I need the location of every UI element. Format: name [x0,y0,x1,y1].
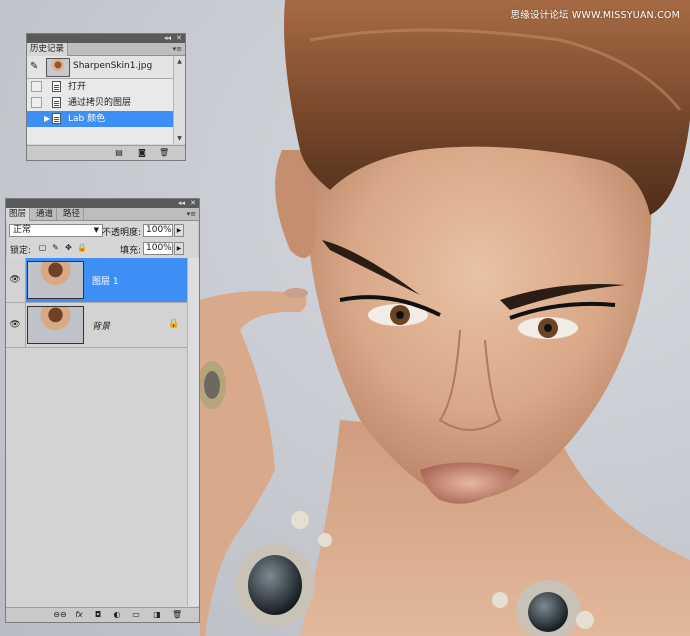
history-current-marker-icon: ▶ [44,114,51,123]
opacity-slider-button[interactable]: ▶ [174,224,184,237]
new-document-from-state-icon[interactable]: ▤ [114,148,124,157]
history-item-label: 打开 [68,82,87,92]
lock-all-icon[interactable]: 🔒 [77,243,87,252]
opacity-input[interactable]: 100% [143,224,173,237]
mask-icon[interactable]: ◘ [93,610,103,619]
history-item-label: 通过拷贝的图层 [68,98,132,108]
scroll-down-icon[interactable]: ▼ [175,134,184,143]
snapshot-name: SharpenSkin1.jpg [73,61,153,71]
close-icon[interactable]: ✕ [176,34,182,43]
tab-paths[interactable]: 路径 [60,208,85,220]
blend-mode-value: 正常 [13,225,32,235]
history-item-layer-via-copy[interactable]: 通过拷贝的图层 [27,95,173,111]
fx-icon[interactable]: fx [74,610,84,619]
collapse-icon[interactable]: ◂◂ [178,199,185,208]
group-icon[interactable]: ▭ [131,610,141,619]
lock-label: 锁定: [10,246,32,256]
layer-list: 👁 图层 1 👁 背景 🔒 [6,258,187,606]
layers-scrollbar[interactable] [187,258,199,606]
new-snapshot-icon[interactable]: ◙ [137,148,147,157]
panel-menu-icon[interactable]: ▾≡ [187,208,196,220]
opacity-label: 不透明度: [102,228,142,238]
layers-bottom-bar: ⊖⊖ fx ◘ ◐ ▭ ◨ 🗑 [6,607,199,622]
new-layer-icon[interactable]: ◨ [152,610,162,619]
history-bottom-bar: ▤ ◙ 🗑 [27,145,185,160]
history-source-checkbox[interactable] [31,113,42,124]
layers-panel: ◂◂ ✕ 图层 通道 路径 ▾≡ 正常 ▼ 不透明度: 100% ▶ 锁定: ▢… [5,198,200,623]
layer-row-layer-1[interactable]: 👁 图层 1 [6,258,187,303]
panel-menu-icon[interactable]: ▾≡ [173,43,182,55]
layer-name[interactable]: 背景 [92,319,110,332]
link-icon[interactable]: ⊖⊖ [53,610,67,619]
tab-history[interactable]: 历史记录 [27,43,69,56]
history-state-icon [52,97,61,108]
watermark-text: 思缘设计论坛 WWW.MISSYUAN.COM [510,10,680,21]
tab-layers[interactable]: 图层 [6,208,31,221]
eye-icon[interactable]: 👁 [8,274,22,286]
fill-slider-button[interactable]: ▶ [174,242,184,255]
history-panel-titlebar[interactable]: ◂◂ ✕ [27,34,185,43]
layer-name[interactable]: 图层 1 [92,274,119,287]
lock-position-icon[interactable]: ✥ [64,243,73,252]
collapse-icon[interactable]: ◂◂ [164,34,171,43]
layer-thumbnail[interactable] [27,261,84,299]
trash-icon[interactable]: 🗑 [159,148,169,157]
blend-opacity-row: 正常 ▼ 不透明度: 100% ▶ [6,221,199,239]
eye-icon[interactable]: 👁 [8,319,22,331]
trash-icon[interactable]: 🗑 [172,610,182,619]
blend-mode-select[interactable]: 正常 ▼ [9,224,103,237]
close-icon[interactable]: ✕ [190,199,196,208]
history-item-lab-color[interactable]: ▶ Lab 颜色 [27,111,173,127]
layer-row-background[interactable]: 👁 背景 🔒 [6,303,187,348]
layers-tabs: 图层 通道 路径 ▾≡ [6,208,199,221]
layers-panel-titlebar[interactable]: ◂◂ ✕ [6,199,199,208]
history-brush-icon[interactable]: ✎ [30,61,38,72]
history-state-icon [52,81,61,92]
tab-channels[interactable]: 通道 [33,208,58,220]
lock-fill-row: 锁定: ▢ ✎ ✥ 🔒 填充: 100% ▶ [6,239,199,257]
history-source-checkbox[interactable] [31,81,42,92]
chevron-down-icon: ▼ [93,226,99,234]
history-item-open[interactable]: 打开 [27,79,173,95]
lock-image-icon[interactable]: ✎ [51,243,60,252]
lock-transparent-icon[interactable]: ▢ [38,243,47,252]
history-list: ✎ SharpenSkin1.jpg 打开 通过拷贝的图层 ▶ Lab 颜色 [27,56,173,144]
history-panel: ◂◂ ✕ 历史记录 ▾≡ ✎ SharpenSkin1.jpg 打开 通过拷贝的… [26,33,186,161]
history-tabs: 历史记录 ▾≡ [27,43,185,56]
history-source-checkbox[interactable] [31,97,42,108]
adjustment-icon[interactable]: ◐ [112,610,122,619]
snapshot-thumbnail [46,58,70,77]
history-scrollbar[interactable]: ▲ ▼ [173,56,185,144]
history-item-label: Lab 颜色 [68,114,106,124]
layer-thumbnail[interactable] [27,306,84,344]
fill-label: 填充: [120,246,142,256]
scroll-up-icon[interactable]: ▲ [175,57,184,66]
history-state-icon [52,113,61,124]
lock-icon: 🔒 [168,319,180,329]
fill-input[interactable]: 100% [143,242,173,255]
history-snapshot[interactable]: ✎ SharpenSkin1.jpg [27,56,173,79]
